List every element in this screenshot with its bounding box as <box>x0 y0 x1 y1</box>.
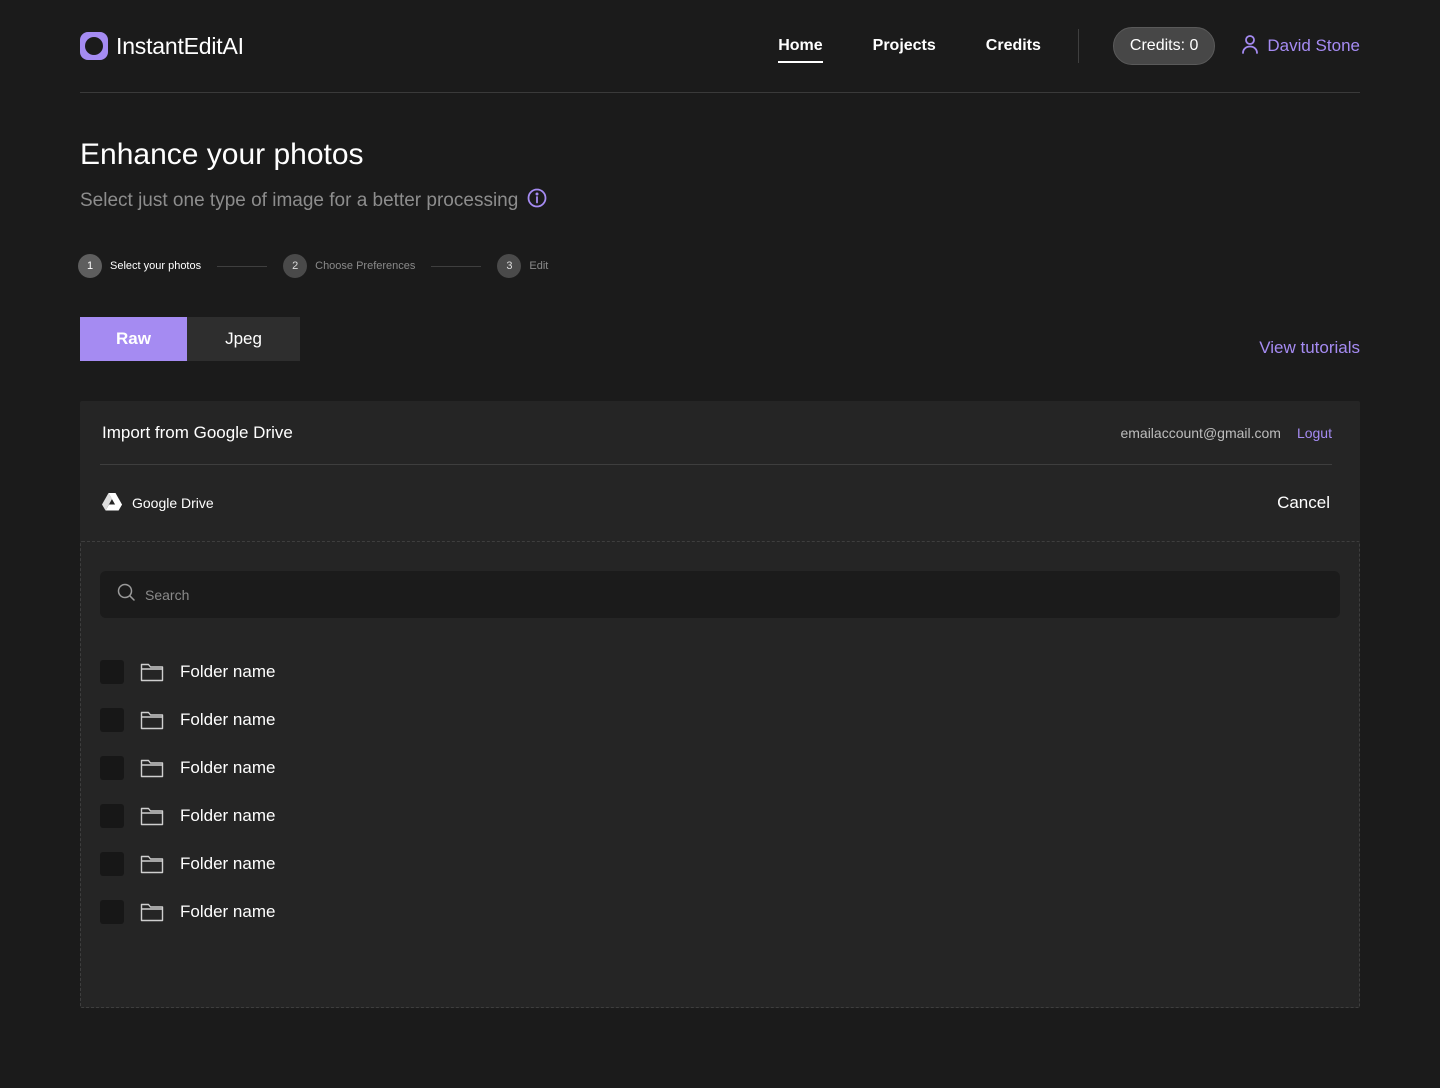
google-drive-import-panel: Import from Google Drive emailaccount@gm… <box>80 401 1360 1008</box>
folder-icon <box>140 901 164 923</box>
nav-projects[interactable]: Projects <box>873 0 936 93</box>
tab-jpeg[interactable]: Jpeg <box>187 317 300 361</box>
list-item[interactable]: Folder name <box>100 648 275 696</box>
step-number: 1 <box>78 254 102 278</box>
folder-icon <box>140 661 164 683</box>
account-email: emailaccount@gmail.com <box>1120 424 1281 441</box>
step-edit: 3 Edit <box>497 254 548 278</box>
folder-checkbox[interactable] <box>100 852 124 876</box>
top-header: InstantEditAI Home Projects Credits Cred… <box>80 0 1360 93</box>
list-item[interactable]: Folder name <box>100 696 275 744</box>
folder-dropzone: Folder name Folder name <box>80 541 1360 1008</box>
progress-stepper: 1 Select your photos 2 Choose Preference… <box>78 254 548 278</box>
nav-credits[interactable]: Credits <box>986 0 1041 93</box>
logo[interactable]: InstantEditAI <box>80 32 244 60</box>
step-label: Edit <box>529 260 549 272</box>
folder-checkbox[interactable] <box>100 804 124 828</box>
drive-source-label: Google Drive <box>132 495 214 511</box>
list-item[interactable]: Folder name <box>100 840 275 888</box>
user-name: David Stone <box>1267 36 1360 55</box>
main-nav: Home Projects Credits Credits: 0 David S… <box>753 0 1360 93</box>
folder-name: Folder name <box>180 806 276 825</box>
tab-raw[interactable]: Raw <box>80 317 187 361</box>
search-icon <box>117 583 135 606</box>
folder-name: Folder name <box>180 758 276 777</box>
folder-name: Folder name <box>180 710 276 729</box>
step-number: 2 <box>283 254 308 278</box>
account-info: emailaccount@gmail.com Logut <box>1120 425 1332 441</box>
folder-checkbox[interactable] <box>100 660 124 684</box>
step-connector <box>431 265 482 267</box>
panel-header: Import from Google Drive emailaccount@gm… <box>100 401 1332 465</box>
step-number: 3 <box>497 254 522 278</box>
search-input[interactable] <box>145 586 1340 603</box>
folder-name: Folder name <box>180 854 276 873</box>
logo-text: InstantEditAI <box>116 32 244 59</box>
folder-list: Folder name Folder name Folder name Fold… <box>100 648 275 936</box>
folder-icon <box>140 805 164 827</box>
folder-icon <box>140 757 164 779</box>
logout-link[interactable]: Logut <box>1297 425 1332 441</box>
step-select-photos: 1 Select your photos <box>78 254 201 278</box>
credits-badge[interactable]: Credits: 0 <box>1112 27 1216 65</box>
folder-name: Folder name <box>180 662 276 681</box>
google-drive-icon <box>102 492 122 514</box>
page-subtitle: Select just one type of image for a bett… <box>80 188 547 214</box>
logo-mark-icon <box>80 32 108 60</box>
folder-name: Folder name <box>180 902 276 921</box>
page: InstantEditAI Home Projects Credits Cred… <box>0 0 1440 1088</box>
folder-icon <box>140 709 164 731</box>
list-item[interactable]: Folder name <box>100 744 275 792</box>
nav-divider <box>1077 29 1079 63</box>
user-menu[interactable]: David Stone <box>1241 34 1360 59</box>
nav-home[interactable]: Home <box>778 0 824 93</box>
list-item[interactable]: Folder name <box>100 792 275 840</box>
import-title: Import from Google Drive <box>102 422 293 442</box>
page-title: Enhance your photos <box>80 138 364 171</box>
subtitle-text: Select just one type of image for a bett… <box>80 190 519 211</box>
info-icon[interactable] <box>527 188 547 214</box>
image-type-tabs: Raw Jpeg <box>80 317 300 361</box>
user-icon <box>1241 34 1259 59</box>
folder-checkbox[interactable] <box>100 708 124 732</box>
source-row: Google Drive Cancel <box>102 465 1330 541</box>
step-label: Choose Preferences <box>315 260 416 272</box>
folder-checkbox[interactable] <box>100 900 124 924</box>
view-tutorials-link[interactable]: View tutorials <box>1259 338 1360 358</box>
search-bar <box>100 571 1340 618</box>
drive-source: Google Drive <box>102 492 214 514</box>
list-item[interactable]: Folder name <box>100 888 275 936</box>
cancel-button[interactable]: Cancel <box>1277 493 1330 513</box>
folder-icon <box>140 853 164 875</box>
step-choose-preferences: 2 Choose Preferences <box>283 254 415 278</box>
step-label: Select your photos <box>110 260 202 272</box>
step-connector <box>217 265 268 267</box>
folder-checkbox[interactable] <box>100 756 124 780</box>
